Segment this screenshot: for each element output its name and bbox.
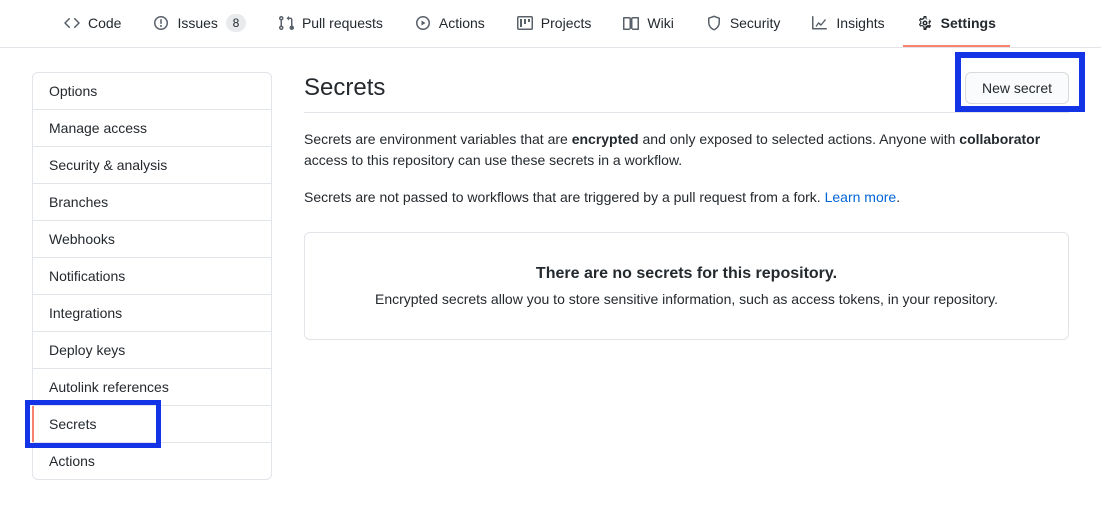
tab-label: Settings: [941, 13, 996, 33]
main-content: Secrets New secret Secrets are environme…: [304, 72, 1069, 480]
sidebar-item-options[interactable]: Options: [33, 73, 271, 110]
tab-label: Wiki: [647, 13, 673, 33]
sidebar-item-webhooks[interactable]: Webhooks: [33, 221, 271, 258]
issues-count: 8: [226, 14, 246, 32]
sidebar-item-actions[interactable]: Actions: [33, 443, 271, 479]
tab-label: Issues: [177, 13, 217, 33]
settings-layout: Options Manage access Security & analysi…: [0, 48, 1101, 504]
description-1: Secrets are environment variables that a…: [304, 129, 1069, 171]
tab-label: Security: [730, 13, 781, 33]
tab-insights[interactable]: Insights: [798, 1, 898, 47]
settings-menu: Options Manage access Security & analysi…: [32, 72, 272, 480]
tab-issues[interactable]: Issues 8: [139, 1, 259, 47]
sidebar-item-label: Secrets: [49, 416, 96, 432]
description-2: Secrets are not passed to workflows that…: [304, 187, 1069, 208]
tab-actions[interactable]: Actions: [401, 1, 499, 47]
pull-request-icon: [278, 15, 294, 31]
shield-icon: [706, 15, 722, 31]
page-subhead: Secrets New secret: [304, 72, 1069, 113]
page-title: Secrets: [304, 74, 385, 102]
tab-wiki[interactable]: Wiki: [609, 1, 687, 47]
sidebar-item-notifications[interactable]: Notifications: [33, 258, 271, 295]
new-secret-button[interactable]: New secret: [965, 72, 1069, 104]
project-icon: [517, 15, 533, 31]
graph-icon: [812, 15, 828, 31]
settings-sidebar: Options Manage access Security & analysi…: [32, 72, 272, 480]
tab-label: Pull requests: [302, 13, 383, 33]
tab-label: Actions: [439, 13, 485, 33]
empty-state: There are no secrets for this repository…: [304, 232, 1069, 340]
sidebar-item-deploy-keys[interactable]: Deploy keys: [33, 332, 271, 369]
sidebar-item-manage-access[interactable]: Manage access: [33, 110, 271, 147]
sidebar-item-secrets[interactable]: Secrets: [33, 406, 271, 443]
sidebar-item-integrations[interactable]: Integrations: [33, 295, 271, 332]
tab-label: Insights: [836, 13, 884, 33]
empty-title: There are no secrets for this repository…: [337, 265, 1036, 283]
sidebar-item-security-analysis[interactable]: Security & analysis: [33, 147, 271, 184]
tab-projects[interactable]: Projects: [503, 1, 606, 47]
tab-code[interactable]: Code: [50, 1, 135, 47]
tab-security[interactable]: Security: [692, 1, 795, 47]
tab-label: Code: [88, 13, 121, 33]
tab-pull-requests[interactable]: Pull requests: [264, 1, 397, 47]
repo-tabs: Code Issues 8 Pull requests Actions Proj…: [0, 0, 1101, 48]
empty-body: Encrypted secrets allow you to store sen…: [337, 291, 1036, 307]
sidebar-item-branches[interactable]: Branches: [33, 184, 271, 221]
sidebar-item-autolink[interactable]: Autolink references: [33, 369, 271, 406]
tab-label: Projects: [541, 13, 592, 33]
issue-icon: [153, 15, 169, 31]
gear-icon: [917, 15, 933, 31]
code-icon: [64, 15, 80, 31]
tab-settings[interactable]: Settings: [903, 1, 1010, 47]
play-icon: [415, 15, 431, 31]
book-icon: [623, 15, 639, 31]
learn-more-link[interactable]: Learn more: [825, 189, 897, 205]
